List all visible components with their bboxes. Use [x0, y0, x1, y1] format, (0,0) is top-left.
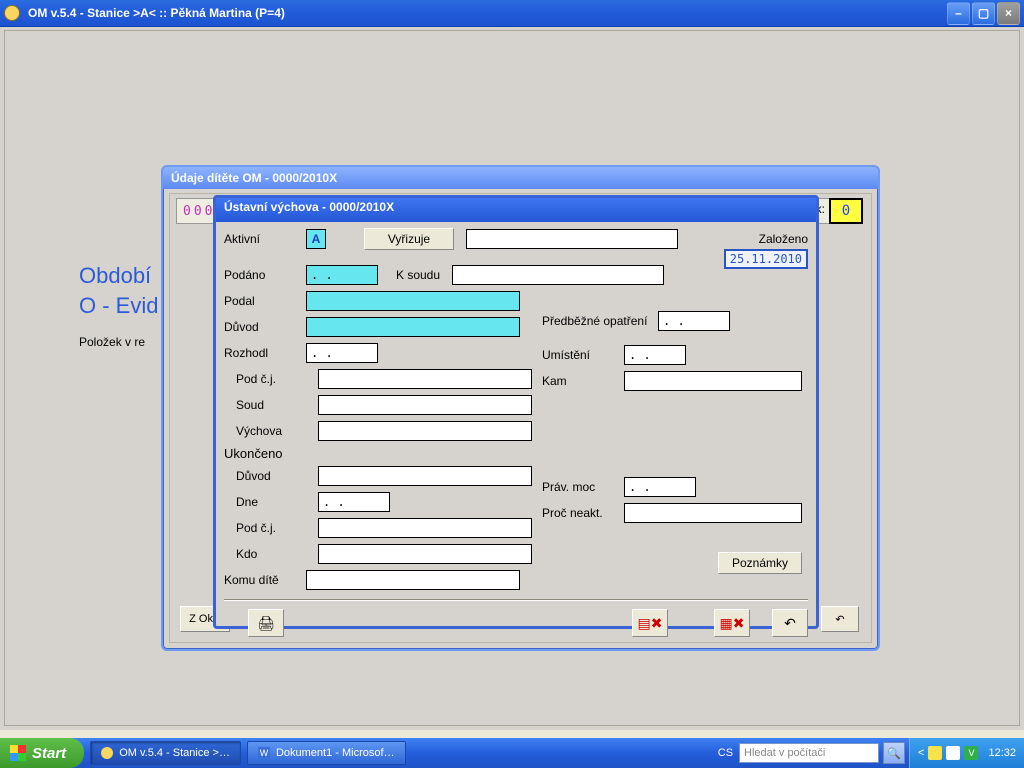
main-title: OM v.5.4 - Stanice >A< :: Pěkná Martina … — [24, 6, 947, 20]
label-podano: Podáno — [224, 268, 306, 282]
dialog-title: Ústavní výchova - 0000/2010X — [224, 200, 394, 214]
word-icon: W — [258, 747, 270, 759]
label-pravmoc: Práv. moc — [542, 480, 624, 494]
undo-icon: ↶ — [784, 615, 796, 632]
kdo-input[interactable] — [318, 544, 532, 564]
tray-icon-1[interactable] — [928, 746, 942, 760]
windows-logo-icon — [10, 745, 26, 761]
tray-icon-3[interactable]: V — [964, 746, 978, 760]
search-button[interactable]: 🔍 — [883, 742, 905, 764]
label-vychova: Výchova — [224, 424, 318, 438]
pravmoc-date[interactable]: . . — [624, 477, 696, 497]
taskbar-om-icon — [101, 747, 113, 759]
bg-polozek: Položek v re — [79, 335, 145, 349]
ksoudu-input[interactable] — [452, 265, 664, 285]
label-duvod: Důvod — [224, 320, 306, 334]
system-tray: < V 12:32 — [909, 738, 1024, 768]
app-icon — [4, 5, 20, 21]
child-titlebar[interactable]: Údaje dítěte OM - 0000/2010X — [163, 167, 878, 189]
poznamky-button[interactable]: Poznámky — [718, 552, 802, 574]
tray-icon-2[interactable] — [946, 746, 960, 760]
u-podcj-input[interactable] — [318, 518, 532, 538]
podal-input[interactable] — [306, 291, 520, 311]
soud-input[interactable] — [318, 395, 532, 415]
label-rozhodl: Rozhodl — [224, 346, 306, 360]
search-input[interactable]: Hledat v počítači — [739, 743, 879, 763]
label-kam: Kam — [542, 374, 624, 388]
procneakt-input[interactable] — [624, 503, 802, 523]
discard-icon: ▦✖ — [720, 615, 745, 632]
label-u-duvod: Důvod — [224, 469, 318, 483]
print-button[interactable]: 🖨 — [248, 609, 284, 637]
label-podcj: Pod č.j. — [224, 372, 318, 386]
label-umisteni: Umístění — [542, 348, 624, 362]
vyrizuje-input[interactable] — [466, 229, 678, 249]
label-dne: Dne — [224, 495, 318, 509]
vychova-input[interactable] — [318, 421, 532, 441]
start-button[interactable]: Start — [0, 738, 84, 768]
label-ukonceno: Ukončeno — [224, 446, 808, 461]
bg-oevid: O - Evid — [79, 293, 158, 319]
undo-dialog-button[interactable]: ↶ — [772, 609, 808, 637]
label-u-podcj: Pod č.j. — [224, 521, 318, 535]
child-title: Údaje dítěte OM - 0000/2010X — [171, 171, 337, 185]
label-procneakt: Proč neakt. — [542, 506, 624, 520]
delete-record-button[interactable]: ▤✖ — [632, 609, 668, 637]
maximize-button[interactable]: ▢ — [972, 2, 995, 25]
taskbar: Start OM v.5.4 - Stanice >… W Dokument1 … — [0, 738, 1024, 768]
label-zalozeno: Založeno — [759, 232, 808, 246]
predbezne-date[interactable]: . . — [658, 311, 730, 331]
main-titlebar[interactable]: OM v.5.4 - Stanice >A< :: Pěkná Martina … — [0, 0, 1024, 27]
delete-record-icon: ▤✖ — [638, 615, 663, 632]
start-label: Start — [32, 745, 66, 762]
vek-value: 0 — [829, 198, 863, 224]
search-placeholder: Hledat v počítači — [744, 747, 825, 759]
dialog-titlebar[interactable]: Ústavní výchova - 0000/2010X — [216, 198, 816, 222]
rozhodl-date[interactable]: . . — [306, 343, 378, 363]
language-indicator[interactable]: CS — [712, 747, 739, 759]
search-icon: 🔍 — [887, 747, 901, 760]
clock[interactable]: 12:32 — [982, 747, 1016, 759]
print-icon: 🖨 — [257, 615, 275, 632]
label-kdo: Kdo — [224, 547, 318, 561]
divider — [224, 599, 808, 601]
label-komu: Komu dítě — [224, 573, 306, 587]
taskbar-item-om[interactable]: OM v.5.4 - Stanice >… — [90, 741, 241, 765]
umisteni-date[interactable]: . . — [624, 345, 686, 365]
discard-button[interactable]: ▦✖ — [714, 609, 750, 637]
taskbar-word-label: Dokument1 - Microsof… — [276, 747, 395, 759]
close-button[interactable]: × — [997, 2, 1020, 25]
aktivni-indicator: A — [306, 229, 326, 249]
label-podal: Podal — [224, 294, 306, 308]
taskbar-item-word[interactable]: W Dokument1 - Microsof… — [247, 741, 406, 765]
minimize-button[interactable]: – — [947, 2, 970, 25]
label-aktivni: Aktivní — [224, 232, 306, 246]
bg-obdobi: Období — [79, 263, 151, 289]
tray-chevron-icon[interactable]: < — [918, 747, 924, 759]
kam-input[interactable] — [624, 371, 802, 391]
podano-date[interactable]: . . — [306, 265, 378, 285]
taskbar-om-label: OM v.5.4 - Stanice >… — [119, 747, 230, 759]
komu-input[interactable] — [306, 570, 520, 590]
zalozeno-date: 25.11.2010 — [724, 249, 808, 269]
dialog-ustavni-vychova: Ústavní výchova - 0000/2010X Aktivní A V… — [213, 195, 819, 629]
dne-date[interactable]: . . — [318, 492, 390, 512]
main-window: OM v.5.4 - Stanice >A< :: Pěkná Martina … — [0, 0, 1024, 730]
vyrizuje-button[interactable]: Vyřizuje — [364, 228, 454, 250]
label-soud: Soud — [224, 398, 318, 412]
undo-button[interactable]: ↶ — [821, 606, 859, 632]
main-client: Období O - Evid Položek v re Údaje dítět… — [4, 30, 1020, 726]
podcj-input[interactable] — [318, 369, 532, 389]
label-ksoudu: K soudu — [396, 268, 452, 282]
label-predbezne: Předběžné opatření — [542, 314, 658, 328]
u-duvod-input[interactable] — [318, 466, 532, 486]
duvod-input[interactable] — [306, 317, 520, 337]
